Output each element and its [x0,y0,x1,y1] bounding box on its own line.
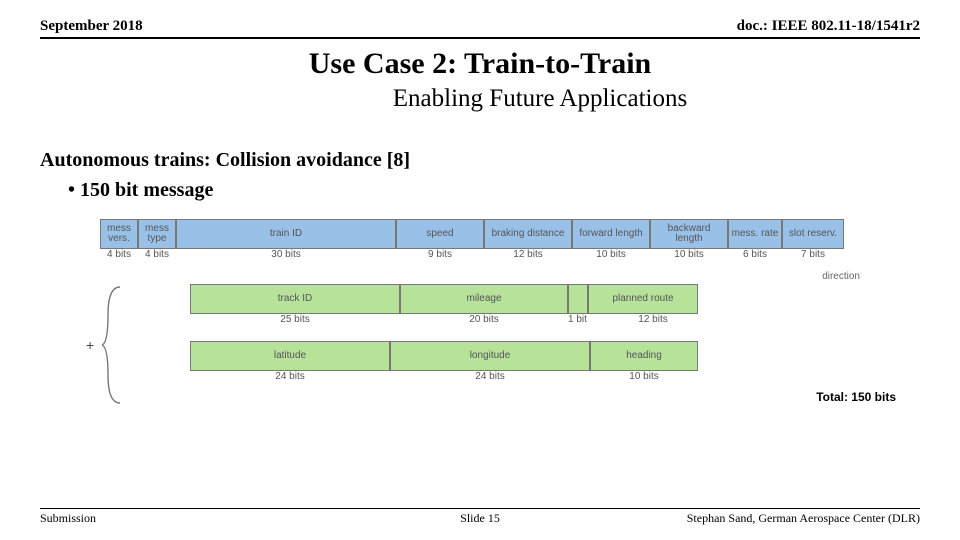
bits-label: 12 bits [484,249,572,260]
field-mileage: mileage [400,284,568,314]
brace-icon [102,285,126,405]
row2-bits: 25 bits 20 bits 1 bit 12 bits [190,314,900,325]
header-row: September 2018 doc.: IEEE 802.11-18/1541… [40,18,920,39]
field-speed: speed [396,219,484,249]
bits-label: 6 bits [728,249,782,260]
bits-label: 12 bits [608,314,698,325]
bits-label: 25 bits [190,314,400,325]
header-doc: doc.: IEEE 802.11-18/1541r2 [737,18,920,35]
row1-bits: 4 bits 4 bits 30 bits 9 bits 12 bits 10 … [100,249,900,260]
plus-symbol: + [86,337,94,353]
field-braking-distance: braking distance [484,219,572,249]
field-slot-reserv: slot reserv. [782,219,844,249]
field-train-id: train ID [176,219,396,249]
bits-label: 1 bit [568,314,608,325]
bits-label: 4 bits [100,249,138,260]
field-track-id: track ID [190,284,400,314]
slide-title: Use Case 2: Train-to-Train [40,47,920,81]
bits-label: 9 bits [396,249,484,260]
bits-label: 10 bits [650,249,728,260]
footer-row: Submission Slide 15 Stephan Sand, German… [40,508,920,526]
field-mess-type: mess type [138,219,176,249]
header-date: September 2018 [40,18,143,35]
bits-label: 30 bits [176,249,396,260]
body-heading: Autonomous trains: Collision avoidance [… [40,145,920,175]
bits-label: 24 bits [190,371,390,382]
bits-label: 10 bits [572,249,650,260]
field-planned-route: planned route [588,284,698,314]
bits-label: 20 bits [400,314,568,325]
bits-label: 24 bits [390,371,590,382]
row3-bits: 24 bits 24 bits 10 bits [190,371,900,382]
footer-center: Slide 15 [40,511,920,526]
bits-label: 4 bits [138,249,176,260]
row1: mess vers. mess type train ID speed brak… [100,219,900,249]
field-latitude: latitude [190,341,390,371]
bits-label: 7 bits [782,249,844,260]
field-backward-length: backward length [650,219,728,249]
message-format-diagram: mess vers. mess type train ID speed brak… [60,219,900,404]
body-text: Autonomous trains: Collision avoidance [… [40,145,920,205]
row3: latitude longitude heading [190,341,900,371]
field-forward-length: forward length [572,219,650,249]
body-bullet: • 150 bit message [68,175,920,205]
slide: September 2018 doc.: IEEE 802.11-18/1541… [0,0,960,404]
field-heading: heading [590,341,698,371]
total-bits: Total: 150 bits [60,390,896,404]
field-longitude: longitude [390,341,590,371]
field-direction [568,284,588,314]
bits-label: 10 bits [590,371,698,382]
field-mess-vers: mess vers. [100,219,138,249]
slide-subtitle: Enabling Future Applications [160,85,920,113]
direction-label: direction [822,271,860,282]
row2: track ID mileage planned route [190,284,900,314]
field-mess-rate: mess. rate [728,219,782,249]
